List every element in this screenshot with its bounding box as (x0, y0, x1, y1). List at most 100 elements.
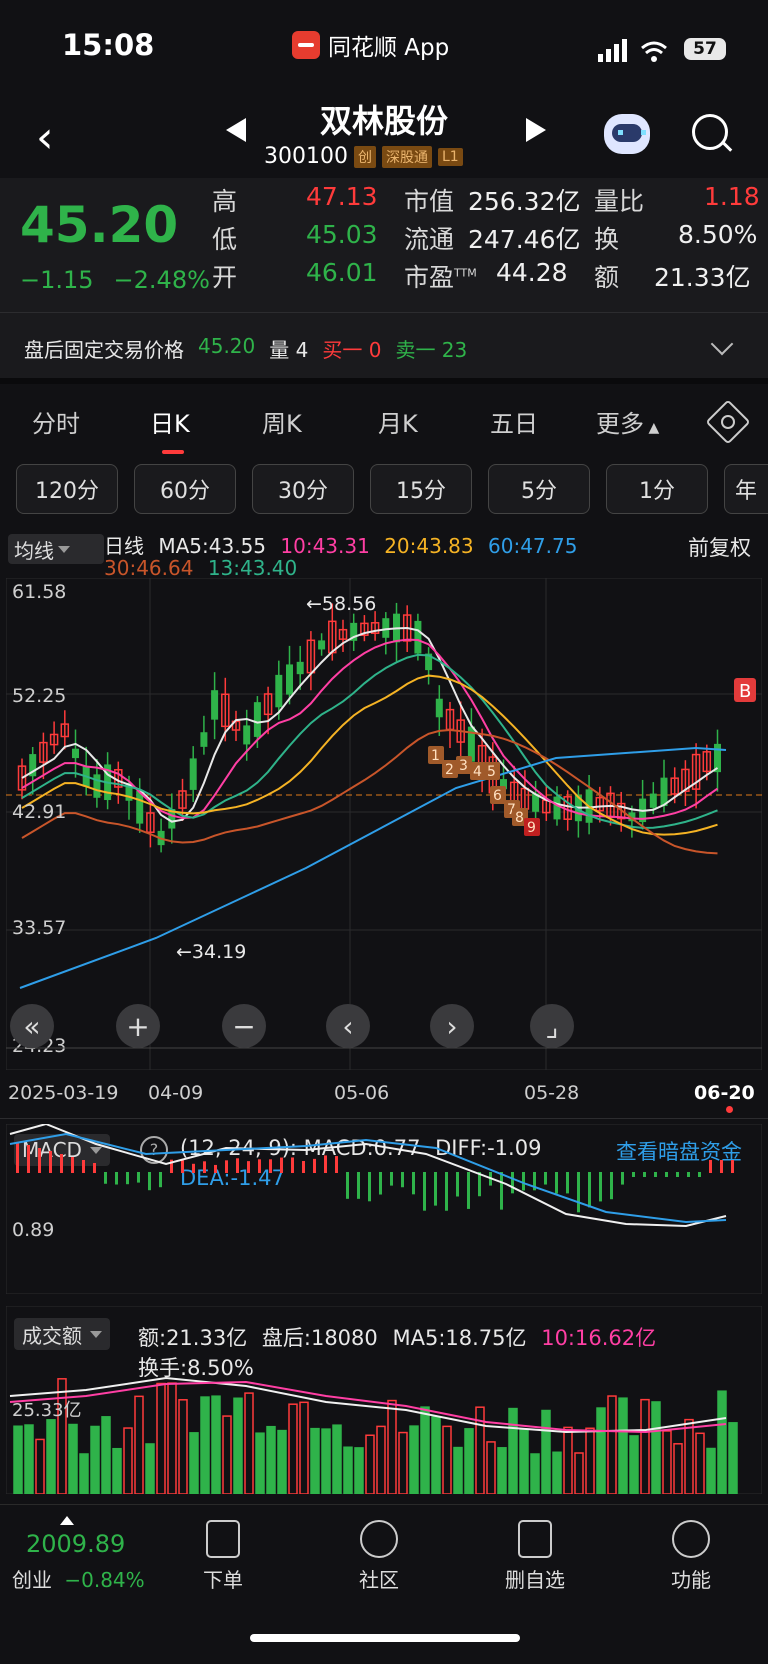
volume-bar (684, 1418, 694, 1494)
countdown-label: 3 (459, 758, 468, 774)
adjust-mode[interactable]: 前复权 (688, 532, 751, 562)
minute-btn-15[interactable]: 15分 (370, 464, 472, 514)
search-icon[interactable] (692, 114, 728, 150)
x-tick-2: 04-09 (148, 1082, 204, 1104)
macd-bar (379, 1172, 382, 1195)
macd-bar (643, 1172, 646, 1177)
tab-monthly-k[interactable]: 月K (378, 404, 418, 439)
macd-bar (60, 1154, 63, 1173)
macd-bar (445, 1172, 448, 1211)
countdown-label: 6 (493, 788, 502, 804)
volume-bar (409, 1425, 419, 1494)
nav-community[interactable]: 社区 (334, 1520, 424, 1593)
volume-bar (277, 1429, 287, 1494)
candle (542, 784, 551, 821)
prev-stock-button[interactable] (226, 118, 246, 142)
candle (338, 619, 348, 652)
tag-level: L1 (437, 147, 463, 166)
ma20-value: 20:43.83 (384, 534, 474, 558)
app-badge[interactable]: 同花顺 App (292, 28, 449, 62)
candle (263, 686, 273, 735)
y-tick-2: 52.25 (12, 685, 66, 707)
candle (104, 752, 112, 810)
macd-bar (665, 1172, 668, 1177)
macd-bar (346, 1172, 349, 1199)
zoom-in-button[interactable]: + (116, 1004, 160, 1048)
macd-bar (16, 1142, 19, 1173)
index-name: 创业 (12, 1568, 52, 1592)
nav-order[interactable]: 下单 (178, 1520, 268, 1593)
volume-bar (156, 1382, 166, 1494)
next-stock-button[interactable] (526, 118, 546, 142)
volume-bar (728, 1422, 738, 1494)
candle (350, 613, 358, 651)
candle (93, 758, 101, 808)
macd-bar (500, 1172, 503, 1210)
minute-btn-60[interactable]: 60分 (134, 464, 236, 514)
volume-bar (640, 1398, 650, 1494)
candle (382, 612, 390, 655)
minute-btn-30[interactable]: 30分 (252, 464, 354, 514)
tab-weekly-k[interactable]: 周K (262, 404, 302, 439)
change-amount: −1.15 (20, 266, 94, 294)
candle (189, 746, 197, 803)
index-value[interactable]: 2009.89 (26, 1530, 125, 1558)
volume-bar (90, 1425, 100, 1494)
tab-five-day[interactable]: 五日 (490, 404, 538, 439)
ma30-value: 30:46.64 (104, 556, 194, 580)
minute-btn-120[interactable]: 120分 (16, 464, 118, 514)
macd-bar (236, 1158, 239, 1173)
candlestick-chart[interactable]: 61.58 52.25 42.91 33.57 24.23 ←58.56 ←34… (6, 578, 762, 1070)
volume-bar (387, 1399, 397, 1494)
macd-bar (599, 1172, 602, 1202)
candle (211, 672, 219, 740)
candle (360, 615, 369, 642)
volume-bar (706, 1447, 716, 1494)
zoom-out-button[interactable]: − (222, 1004, 266, 1048)
scroll-left-button[interactable]: ‹ (326, 1004, 370, 1048)
battery-icon: 57 (684, 38, 726, 60)
volume-bar (431, 1416, 441, 1494)
after-hours-volume: 量 4 (269, 338, 309, 362)
macd-bar (720, 1160, 723, 1173)
stock-name: 双林股份 (319, 102, 448, 140)
fullscreen-button[interactable]: ⌟ (530, 1004, 574, 1048)
low-marker: ←34.19 (176, 941, 246, 963)
macd-bar (38, 1148, 41, 1173)
tab-daily-k[interactable]: 日K (150, 404, 190, 439)
macd-bar (280, 1157, 283, 1173)
candle (49, 721, 59, 754)
volume-bar (123, 1427, 133, 1494)
candle (639, 779, 647, 830)
volume-bar (662, 1430, 672, 1494)
buy-signal-text: B (739, 681, 751, 702)
ma-selector[interactable]: 均线 (8, 534, 104, 564)
volume-ytick: 25.33亿 (12, 1400, 82, 1421)
nav-functions[interactable]: 功能 (646, 1520, 736, 1593)
minute-btn-1[interactable]: 1分 (606, 464, 708, 514)
macd-bar (126, 1172, 129, 1185)
volume-bar (288, 1403, 298, 1494)
after-hours-row[interactable]: 盘后固定交易价格 45.20 量 4 买一 0 卖一 23 (24, 334, 467, 363)
last-price: 45.20 (20, 196, 179, 254)
tab-intraday[interactable]: 分时 (32, 404, 80, 439)
scroll-right-button[interactable]: › (430, 1004, 474, 1048)
tab-more[interactable]: 更多 ▲ (596, 404, 659, 439)
countdown-label: 4 (473, 764, 482, 780)
macd-bar (687, 1172, 690, 1177)
volume-bar (112, 1447, 122, 1494)
assistant-robot-icon[interactable] (604, 114, 650, 154)
minute-btn-year[interactable]: 年 (724, 464, 768, 514)
index-info[interactable]: 创业 −0.84% (12, 1564, 145, 1593)
candle (231, 710, 241, 742)
collapse-chart-button[interactable]: « (10, 1004, 54, 1048)
macd-bar (390, 1172, 393, 1186)
candle (306, 631, 316, 691)
app-name: 同花顺 App (328, 35, 450, 61)
active-tab-indicator (162, 450, 184, 454)
minute-btn-5[interactable]: 5分 (488, 464, 590, 514)
macd-bar (258, 1159, 261, 1173)
amount-label: 额 (594, 263, 620, 292)
nav-remove-watchlist[interactable]: 删自选 (490, 1520, 580, 1593)
status-time: 15:08 (62, 28, 155, 62)
